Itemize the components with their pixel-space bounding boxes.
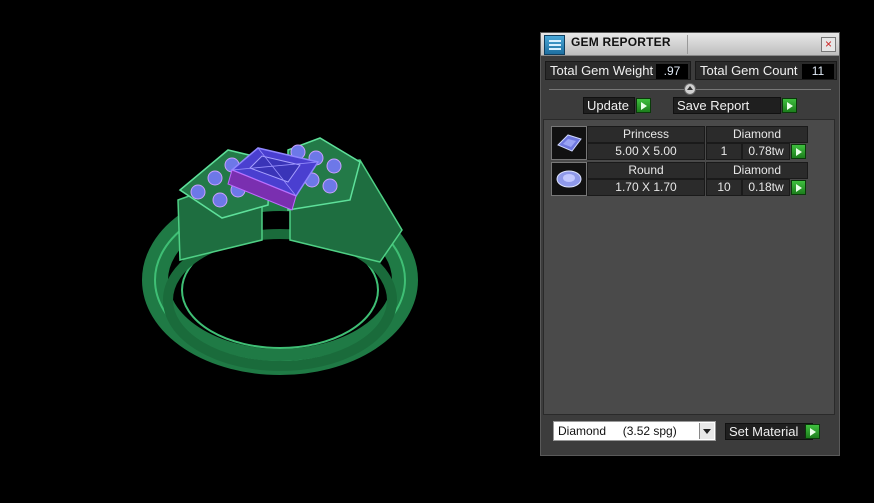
gem-reporter-panel: GEM REPORTER × Total Gem Weight .97 Tota…: [540, 32, 840, 456]
total-gem-count: Total Gem Count 11: [695, 61, 837, 80]
gem-material: Diamond: [706, 126, 808, 143]
save-report-play-icon[interactable]: [782, 98, 797, 113]
gem-list: Princess Diamond 5.00 X 5.00 1 0.78tw Ro…: [543, 119, 835, 415]
gem-reporter-icon: [544, 35, 565, 55]
gem-size: 5.00 X 5.00: [587, 143, 705, 160]
model-viewport[interactable]: [0, 0, 540, 503]
gem-count: 10: [706, 179, 742, 196]
gem-material: Diamond: [706, 162, 808, 179]
title-bar[interactable]: GEM REPORTER ×: [541, 33, 839, 56]
gem-count: 1: [706, 143, 742, 160]
gem-size: 1.70 X 1.70: [587, 179, 705, 196]
round-cut-icon: [551, 162, 587, 196]
gem-weight: 0.18tw: [742, 179, 790, 196]
set-material-button[interactable]: Set Material: [725, 423, 813, 440]
update-play-icon[interactable]: [636, 98, 651, 113]
chevron-down-icon[interactable]: [699, 423, 714, 439]
gem-shape: Princess: [587, 126, 705, 143]
panel-title: GEM REPORTER: [571, 35, 671, 49]
total-gem-count-label: Total Gem Count: [700, 63, 798, 78]
gem-row-princess[interactable]: Princess Diamond 5.00 X 5.00 1 0.78tw: [551, 126, 811, 162]
gem-shape: Round: [587, 162, 705, 179]
princess-cut-icon: [551, 126, 587, 160]
gem-weight: 0.78tw: [742, 143, 790, 160]
save-report-button[interactable]: Save Report: [673, 97, 781, 114]
material-select[interactable]: Diamond (3.52 spg): [553, 421, 716, 441]
ring-model-icon: [142, 137, 418, 375]
total-gem-weight: Total Gem Weight .97: [545, 61, 691, 80]
gem-detail-play-icon[interactable]: [791, 180, 806, 195]
update-button[interactable]: Update: [583, 97, 635, 114]
title-separator: [687, 35, 688, 54]
material-select-value: Diamond (3.52 spg): [558, 424, 677, 438]
gem-row-round[interactable]: Round Diamond 1.70 X 1.70 10 0.18tw: [551, 162, 811, 198]
total-gem-weight-value: .97: [656, 64, 688, 79]
collapse-toggle-icon[interactable]: [684, 83, 696, 95]
close-icon[interactable]: ×: [821, 37, 836, 52]
total-gem-count-value: 11: [802, 64, 834, 79]
gem-detail-play-icon[interactable]: [791, 144, 806, 159]
set-material-play-icon[interactable]: [805, 424, 820, 439]
total-gem-weight-label: Total Gem Weight: [550, 63, 654, 78]
